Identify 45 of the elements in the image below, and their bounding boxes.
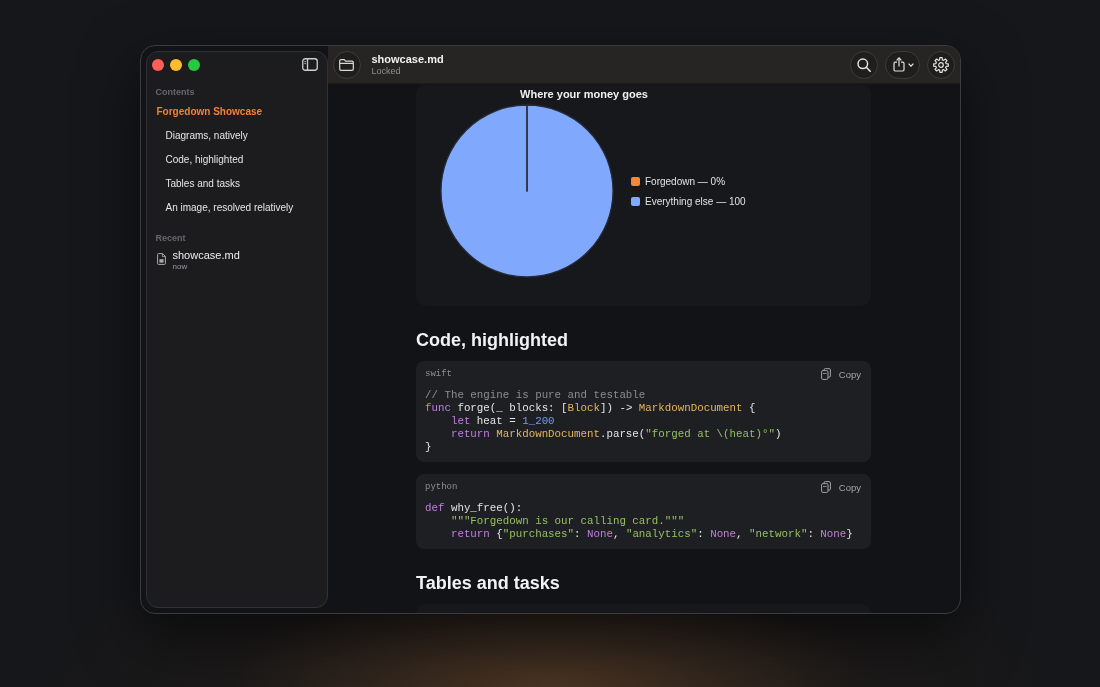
section-label: Contents [155,86,195,98]
close-icon[interactable] [151,58,164,71]
code-line: return {"purchases": None, "analytics": None, "network": None} [449,528,853,541]
legend-label: Forgedown — 0% [645,176,726,187]
chart-title: Where your money goes [520,88,648,100]
folder-icon [339,58,354,71]
copy-button[interactable]: Copy [820,368,861,380]
section-label: Recent [155,232,186,244]
folder-button[interactable] [332,50,361,79]
code-language: swift [425,369,452,379]
chevron-icon [907,62,914,67]
code-line: } [425,441,432,454]
code-line: """Forgedown is our calling card.""" [449,515,685,528]
code-language: python [425,482,458,492]
document-title: showcase.md [371,52,444,66]
section-heading: Tables and tasks [416,572,560,595]
file-name[interactable]: showcase.md [172,249,240,262]
section-heading: Code, highlighted [416,329,568,352]
file-time: now [172,262,189,272]
outline-item[interactable]: Forgedown Showcase [156,100,263,124]
share-button[interactable] [884,50,920,79]
sidebar-toggle-button[interactable] [301,58,318,71]
copy-button[interactable]: Copy [820,481,861,493]
fullscreen-icon[interactable] [187,58,200,71]
document-status: Locked [371,65,402,77]
settings-button[interactable] [926,50,955,79]
legend-label: Everything else — 100 [645,196,746,207]
settings-icon [932,56,949,73]
search-button[interactable] [849,50,878,79]
outline-item[interactable]: Diagrams, natively [165,124,248,148]
code-line: let heat = 1_200 [449,415,555,428]
outline-item[interactable]: Code, highlighted [165,148,244,172]
outline-item[interactable]: Tables and tasks [165,172,240,196]
minimize-icon[interactable] [169,58,182,71]
search-icon [856,57,871,72]
document-icon [156,253,166,265]
share-icon [892,57,905,72]
code-line: return MarkdownDocument.parse("forged at \(heat)°") [449,428,782,441]
clipboard-icon [820,368,831,380]
sidebar-icon [301,58,318,71]
code-line: func forge(_ blocks: [Block]) -> MarkdownDocument { [425,402,756,415]
code-line: def why_free(): [425,502,523,515]
outline-item[interactable]: An image, resolved relatively [165,196,294,220]
code-line: // The engine is pure and testable [425,389,646,402]
clipboard-icon [820,481,831,493]
